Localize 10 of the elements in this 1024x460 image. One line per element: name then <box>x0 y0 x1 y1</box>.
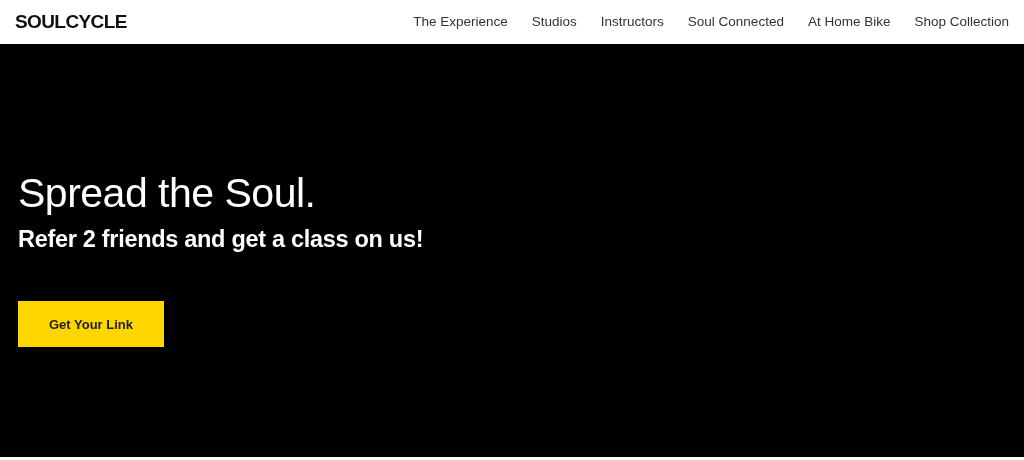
nav-link[interactable]: Studios <box>531 11 577 33</box>
logo[interactable]: SOULCYCLE <box>15 7 127 37</box>
nav-link[interactable]: Shop Collection <box>914 11 1009 33</box>
nav-link[interactable]: At Home Bike <box>807 11 891 33</box>
nav-link[interactable]: The Experience <box>413 11 508 33</box>
nav-link[interactable]: Soul Connected <box>687 11 784 33</box>
hero-subtitle: Refer 2 friends and get a class on us! <box>18 225 425 255</box>
nav-link[interactable]: Instructors <box>600 11 664 33</box>
hero-title: Spread the Soul. <box>18 171 317 217</box>
get-link-button[interactable]: Get Your Link <box>18 301 164 348</box>
